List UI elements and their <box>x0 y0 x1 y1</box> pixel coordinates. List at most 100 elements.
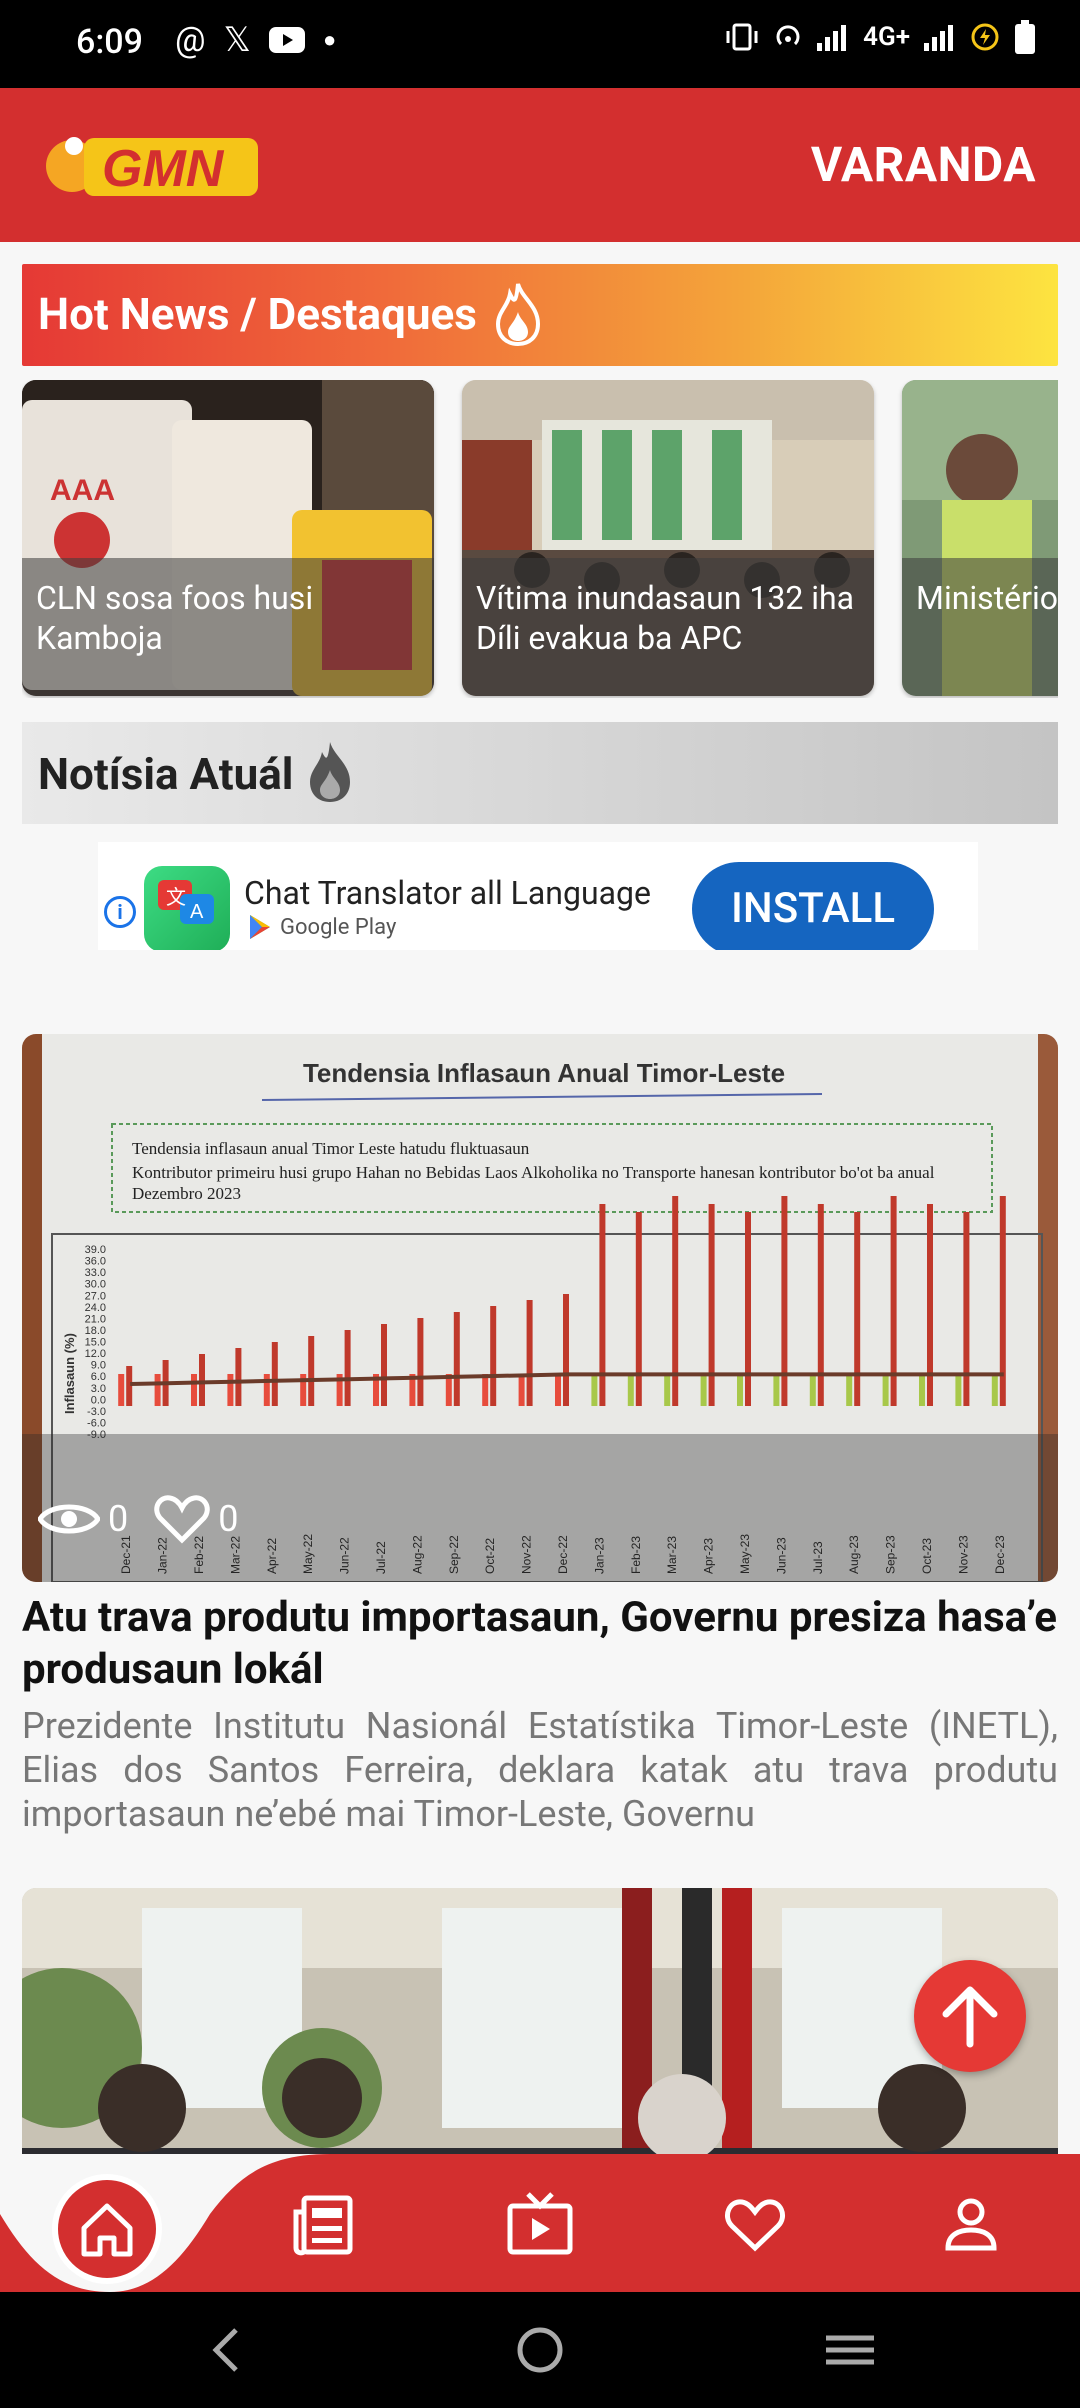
ad-app-icon: 文A <box>144 866 230 950</box>
chart-bar <box>882 1374 889 1406</box>
system-navigation-bar <box>0 2292 1080 2408</box>
header-title: VARANDA <box>810 136 1036 193</box>
chart-bar <box>591 1374 598 1406</box>
recents-icon[interactable] <box>820 2320 880 2380</box>
chart-bullet-2: Kontributor primeiru husi grupo Hahan no… <box>132 1163 935 1203</box>
chart-bar <box>482 1374 489 1406</box>
chart-y-tick: 12.0 <box>85 1348 106 1360</box>
flame-icon <box>495 283 541 346</box>
chart-bullet-1: Tendensia inflasaun anual Timor Leste ha… <box>132 1139 530 1158</box>
network-type: 4G+ <box>863 22 910 52</box>
signal-icon <box>817 25 847 51</box>
eye-icon <box>38 1504 100 1534</box>
chart-y-tick: 0.0 <box>91 1394 106 1406</box>
chart-bar <box>664 1374 671 1406</box>
ad-banner[interactable]: i 文A Chat Translator all Language Google… <box>98 842 978 950</box>
chart-bar <box>700 1374 707 1406</box>
back-icon[interactable] <box>198 2320 258 2380</box>
dot-icon: ● <box>322 28 337 53</box>
vibrate-icon <box>726 23 758 51</box>
status-system-icons: 4G+ <box>725 20 1036 54</box>
article-image <box>22 1888 1058 2154</box>
heart-icon[interactable] <box>154 1494 210 1544</box>
chart-bar <box>809 1374 816 1406</box>
nav-video-button[interactable] <box>494 2184 584 2264</box>
chart-bar <box>526 1300 533 1406</box>
chart-bar <box>235 1348 242 1406</box>
chart-bar <box>846 1374 853 1406</box>
home-circle-icon[interactable] <box>510 2320 570 2380</box>
google-play-icon <box>250 915 270 939</box>
chart-bar <box>919 1374 925 1406</box>
ad-app-name: Chat Translator all Language <box>244 874 651 912</box>
chart-bar <box>555 1374 561 1406</box>
chart-bar <box>563 1294 569 1406</box>
svg-text:A: A <box>190 901 204 923</box>
nav-home-button[interactable] <box>52 2174 162 2284</box>
chart-bar <box>227 1374 234 1406</box>
card-caption: Vítima inundasaun 132 iha Díli evakua ba… <box>462 558 874 696</box>
chart-bar <box>191 1374 197 1406</box>
flame-icon <box>310 742 350 802</box>
chart-bar <box>745 1212 751 1406</box>
status-time: 6:09 <box>76 22 143 62</box>
chart-bar <box>518 1374 525 1406</box>
chart-bar <box>963 1212 970 1406</box>
hot-news-card[interactable]: AAA CLN sosa foos husi Kamboja <box>22 380 434 696</box>
article-item[interactable] <box>22 1888 1058 2154</box>
main-content[interactable]: Hot News / Destaques AAA CLN sosa foos h… <box>0 242 1080 2154</box>
ad-store: Google Play <box>248 914 396 940</box>
likes-count: 0 <box>218 1498 239 1540</box>
nav-profile-button[interactable] <box>926 2184 1016 2264</box>
latest-news-title: Notísia Atuál <box>38 748 294 800</box>
card-caption: CLN sosa foos husi Kamboja <box>22 558 434 696</box>
heart-icon <box>725 2199 785 2252</box>
bottom-navigation <box>0 2154 1080 2292</box>
chart-y-tick: 9.0 <box>91 1360 106 1372</box>
hot-news-card[interactable]: Vítima inundasaun 132 iha Díli evakua ba… <box>462 380 874 696</box>
ad-info-icon[interactable]: i <box>104 896 136 928</box>
nav-news-button[interactable] <box>280 2184 370 2264</box>
youtube-icon <box>268 27 305 53</box>
gmn-logo[interactable]: GMN <box>44 128 264 200</box>
chart-bar <box>453 1312 460 1406</box>
status-notification-icons: @ 𝕏 ● <box>175 20 336 60</box>
hot-news-carousel[interactable]: AAA CLN sosa foos husi Kamboja Vítima in… <box>22 380 1058 698</box>
chart-y-tick: 24.0 <box>85 1302 106 1314</box>
chart-bar <box>854 1212 861 1406</box>
chart-y-tick: 18.0 <box>85 1325 106 1337</box>
article-title[interactable]: Atu trava produtu importasaun, Governu p… <box>22 1592 1058 1696</box>
chart-bar <box>308 1336 315 1406</box>
chart-bar <box>126 1366 133 1406</box>
chart-y-tick: -6.0 <box>87 1417 106 1429</box>
hot-news-header: Hot News / Destaques <box>22 264 1058 366</box>
app-header: GMN VARANDA <box>0 88 1080 242</box>
chart-y-tick: -3.0 <box>87 1406 106 1418</box>
signal-icon-2 <box>924 25 953 51</box>
hotspot-icon <box>776 25 800 46</box>
chart-y-tick: 30.0 <box>85 1279 106 1291</box>
scroll-to-top-button[interactable] <box>914 1960 1026 2072</box>
card-caption: Ministério 600 mil do <box>902 558 1058 696</box>
article-image: Tendensia Inflasaun Anual Timor-Leste Te… <box>22 1034 1058 1582</box>
x-icon: 𝕏 <box>223 20 251 60</box>
chart-bar <box>635 1212 642 1406</box>
chart-bar <box>263 1374 270 1406</box>
hot-news-card[interactable]: Ministério 600 mil do <box>902 380 1058 696</box>
newspaper-icon <box>293 2195 353 2256</box>
chart-bar <box>773 1374 780 1406</box>
card-caption-text: Vítima inundasaun 132 iha Díli evakua ba… <box>476 579 855 657</box>
svg-text:AAA: AAA <box>50 474 115 507</box>
hot-news-title: Hot News / Destaques <box>38 288 477 340</box>
chart-y-tick: 33.0 <box>85 1267 106 1279</box>
chart-y-tick: 36.0 <box>85 1256 106 1268</box>
logo-text: GMN <box>102 140 225 198</box>
article-item[interactable]: Tendensia Inflasaun Anual Timor-Leste Te… <box>22 1034 1058 1836</box>
chart-y-tick: 15.0 <box>85 1337 106 1349</box>
chart-y-tick: 21.0 <box>85 1313 106 1325</box>
nav-favorites-button[interactable] <box>710 2184 800 2264</box>
chart-bar <box>344 1330 351 1406</box>
chart-y-tick: 3.0 <box>91 1383 106 1395</box>
ad-install-button[interactable]: INSTALL <box>692 862 934 950</box>
chart-bar <box>199 1354 205 1406</box>
